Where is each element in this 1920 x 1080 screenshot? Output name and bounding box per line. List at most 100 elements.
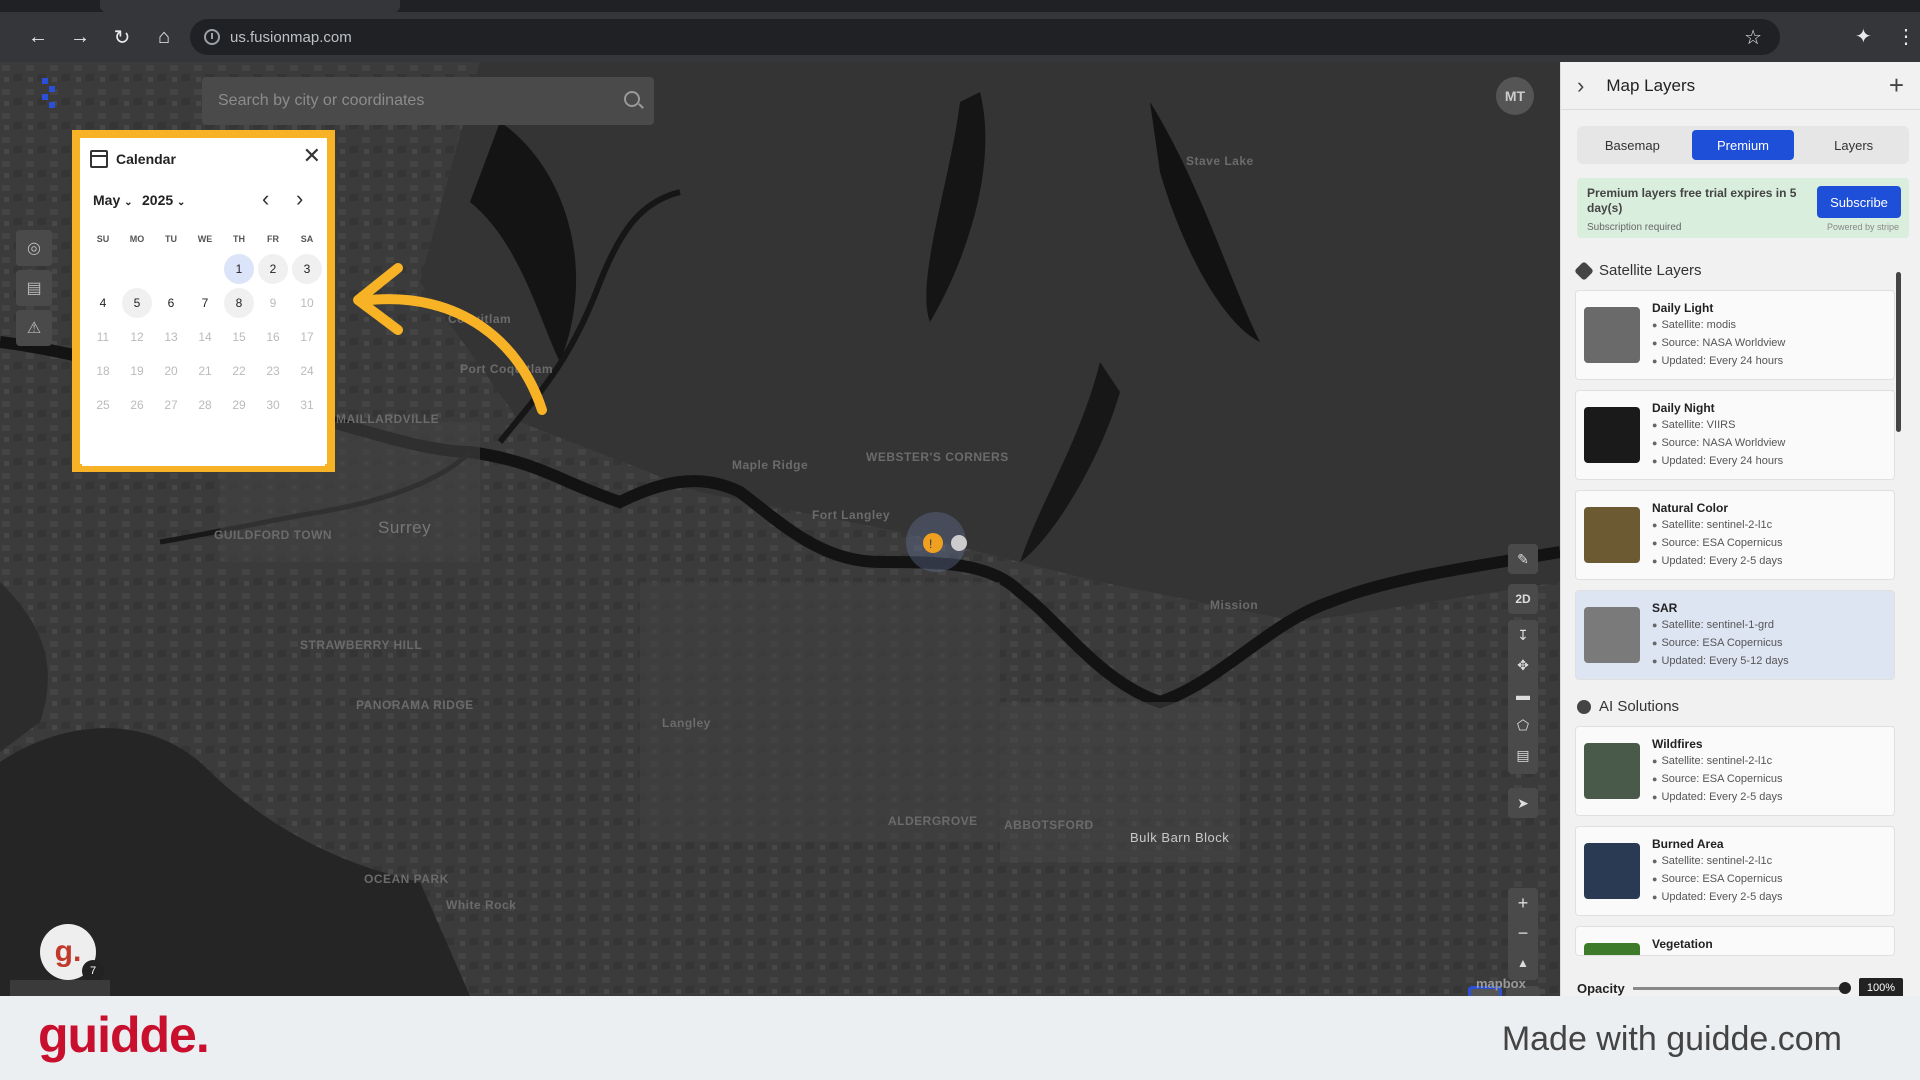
close-icon[interactable]: ✕ — [303, 145, 321, 167]
back-icon[interactable]: ← — [18, 17, 58, 57]
map-place-label: STRAWBERRY HILL — [300, 638, 423, 652]
opacity-slider[interactable] — [1633, 987, 1843, 990]
chart-icon[interactable]: ▤ — [1508, 740, 1538, 770]
add-drawing-icon[interactable]: ✎ — [1508, 544, 1538, 574]
layer-thumbnail — [1584, 507, 1640, 563]
calendar-day[interactable]: 5 — [120, 286, 154, 320]
calendar-highlight-frame: Calendar ✕ May ⌄ 2025 ⌄ ‹ › SU MO TU WE TH FR… — [72, 130, 335, 472]
calendar-day: 16 — [266, 330, 280, 344]
search-input[interactable] — [218, 92, 598, 110]
calendar-day: 21 — [198, 364, 212, 378]
view-mode-button[interactable]: 2D — [1508, 584, 1538, 614]
download-icon[interactable]: ↧ — [1508, 620, 1538, 650]
calendar-day[interactable]: 4 — [86, 286, 120, 320]
panel-title: Map Layers — [1606, 75, 1696, 95]
date-stamp-bar — [10, 980, 110, 996]
layer-updated: Updated: Every 24 hours — [1652, 455, 1783, 467]
calendar-day: 18 — [96, 364, 110, 378]
chevron-down-icon: ⌄ — [177, 197, 186, 208]
browser-menu-icon[interactable]: ⋮ — [1896, 24, 1916, 49]
zoom-out-icon[interactable]: − — [1508, 918, 1538, 948]
layer-name: SAR — [1652, 601, 1678, 615]
tab-strip — [0, 0, 1920, 12]
locate-scan-icon[interactable]: ◎ — [16, 230, 52, 266]
bookmark-star-icon[interactable]: ☆ — [1744, 25, 1762, 50]
layer-card[interactable]: SAR Satellite: sentinel-1-grd Source: ESA … — [1575, 590, 1895, 680]
tab-premium[interactable]: Premium — [1691, 130, 1795, 160]
weekday-label: MO — [129, 234, 145, 244]
fusionmap-logo-icon[interactable] — [38, 76, 60, 116]
reload-icon[interactable]: ↻ — [102, 17, 142, 57]
tab-layers[interactable]: Layers — [1802, 130, 1905, 160]
layer-card[interactable]: Burned Area Satellite: sentinel-2-l1c Sour… — [1575, 826, 1895, 916]
navigate-icon[interactable]: ➤ — [1508, 788, 1538, 818]
map-place-label: White Rock — [446, 898, 517, 912]
weekday-label: FR — [267, 234, 279, 244]
calendar-blank-cell — [188, 252, 222, 286]
panel-scrollbar[interactable] — [1896, 272, 1901, 432]
weekday-label: SA — [300, 234, 314, 244]
map-place-label: Stave Lake — [1186, 154, 1254, 168]
layer-card[interactable]: Natural Color Satellite: sentinel-2-l1c So… — [1575, 490, 1895, 580]
alert-icon[interactable]: ⚠ — [16, 310, 52, 346]
address-url[interactable]: us.fusionmap.com — [230, 29, 352, 46]
extensions-icon[interactable]: ✦ — [1855, 24, 1872, 49]
user-avatar[interactable]: MT — [1496, 77, 1534, 115]
forward-icon[interactable]: → — [60, 17, 100, 57]
layer-satellite: Satellite: VIIRS — [1652, 419, 1735, 431]
next-month-icon[interactable]: › — [296, 186, 303, 212]
home-icon[interactable]: ⌂ — [144, 17, 184, 57]
map-layers-panel: › Map Layers + Basemap Premium Layers Prem… — [1560, 62, 1920, 998]
polygon-icon[interactable]: ⬠ — [1508, 710, 1538, 740]
calendar-day: 25 — [96, 398, 110, 412]
layer-card[interactable]: Wildfires Satellite: sentinel-2-l1c Source… — [1575, 726, 1895, 816]
add-layer-icon[interactable]: + — [1889, 70, 1904, 101]
calendar-day: 11 — [96, 330, 110, 344]
site-info-icon[interactable] — [204, 29, 220, 45]
calendar-blank-cell — [120, 252, 154, 286]
calendar-day: 29 — [232, 398, 246, 412]
tab-basemap[interactable]: Basemap — [1581, 130, 1684, 160]
calendar-day[interactable]: 7 — [188, 286, 222, 320]
year-select[interactable]: 2025 ⌄ — [142, 192, 185, 208]
calendar-day[interactable]: 2 — [256, 252, 290, 286]
chevron-down-icon: ⌄ — [124, 197, 133, 208]
opacity-slider-handle[interactable] — [1839, 982, 1851, 994]
location-marker[interactable]: ! — [900, 510, 980, 580]
zoom-in-icon[interactable]: + — [1508, 888, 1538, 918]
layer-source: Source: ESA Copernicus — [1652, 773, 1782, 785]
layer-card[interactable]: Vegetation — [1575, 926, 1895, 956]
subscribe-button[interactable]: Subscribe — [1817, 186, 1901, 218]
month-select[interactable]: May ⌄ — [93, 192, 133, 208]
search-icon[interactable] — [624, 91, 640, 107]
collapse-panel-icon[interactable]: › — [1577, 73, 1584, 99]
weekday-label: TH — [233, 234, 245, 244]
calendar-day[interactable]: 3 — [290, 252, 324, 286]
calendar-day: 22 — [232, 364, 246, 378]
opacity-control: Opacity 100% — [1577, 978, 1909, 998]
calendar-day[interactable]: 1 — [222, 252, 256, 286]
location-search[interactable] — [202, 77, 654, 125]
layer-card[interactable]: Daily Night Satellite: VIIRS Source: NASA … — [1575, 390, 1895, 480]
map-place-label: ABBOTSFORD — [1004, 818, 1094, 832]
map-place-label: OCEAN PARK — [364, 872, 449, 886]
map-place-label: Langley — [662, 716, 711, 730]
layer-updated: Updated: Every 5-12 days — [1652, 655, 1788, 667]
layer-satellite: Satellite: sentinel-1-grd — [1652, 619, 1774, 631]
messages-icon[interactable]: ▤ — [16, 270, 52, 306]
address-bar[interactable]: us.fusionmap.com ☆ — [190, 19, 1780, 55]
calendar-day[interactable]: 8 — [222, 286, 256, 320]
browser-tab[interactable] — [100, 0, 400, 12]
layer-name: Wildfires — [1652, 737, 1703, 751]
layer-updated: Updated: Every 2-5 days — [1652, 555, 1782, 567]
mapbox-attribution[interactable]: mapbox — [1476, 976, 1526, 991]
ruler-icon[interactable]: ▬ — [1508, 680, 1538, 710]
pan-icon[interactable]: ✥ — [1508, 650, 1538, 680]
map-place-label: Maple Ridge — [732, 458, 809, 472]
layer-card[interactable]: Daily Light Satellite: modis Source: NASA … — [1575, 290, 1895, 380]
calendar-day: 17 — [300, 330, 314, 344]
weekday-label: TU — [165, 234, 177, 244]
prev-month-icon[interactable]: ‹ — [262, 186, 269, 212]
calendar-day[interactable]: 6 — [154, 286, 188, 320]
compass-icon[interactable]: ▲ — [1508, 948, 1538, 978]
